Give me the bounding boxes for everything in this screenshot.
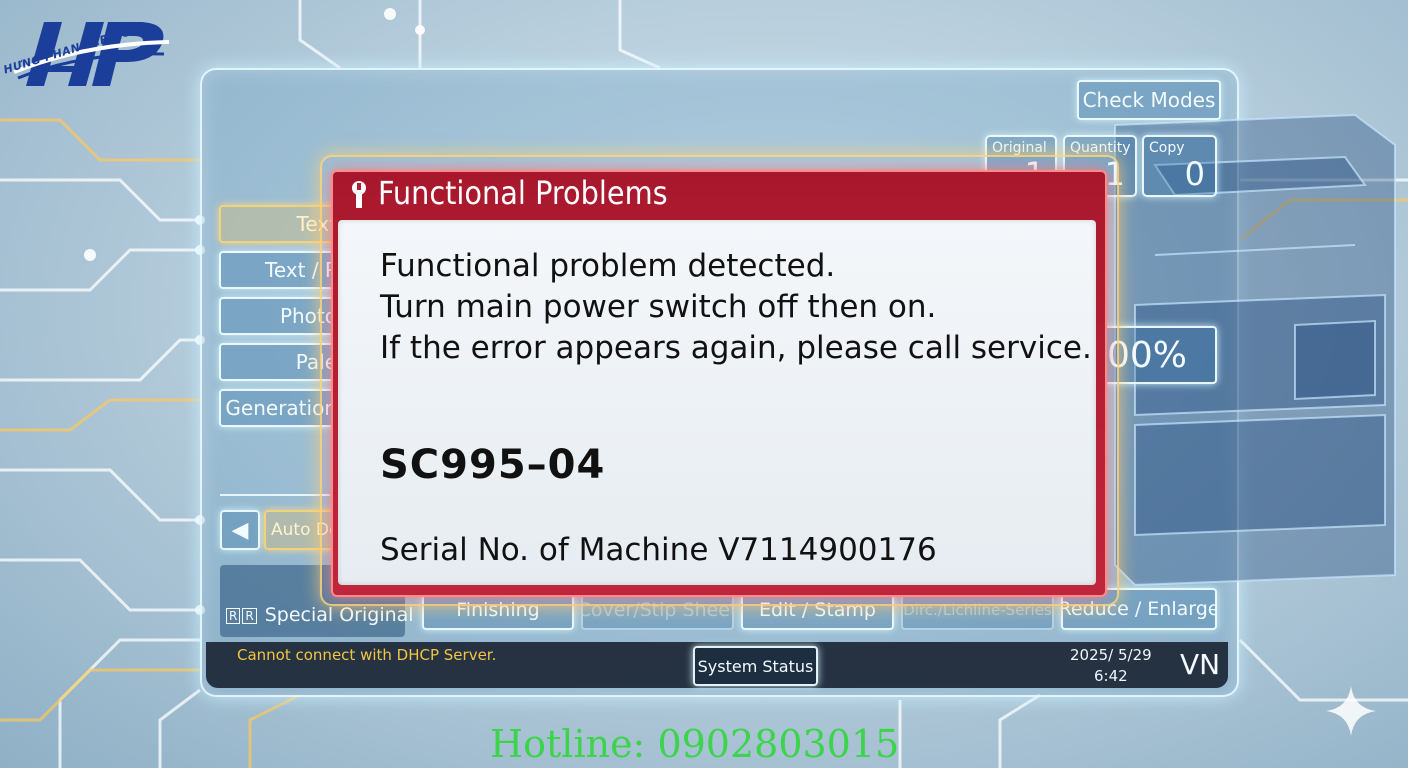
dialog-title: Functional Problems	[378, 174, 668, 212]
dialog-message-line: Turn main power switch off then on.	[380, 289, 937, 325]
system-status-button[interactable]: System Status	[693, 646, 818, 686]
hotline-watermark: Hotline: 0902803015	[490, 722, 900, 766]
wrench-icon	[352, 181, 366, 208]
sparkle-icon	[1326, 686, 1376, 736]
serial-number: Serial No. of Machine V7114900176	[380, 532, 937, 568]
copy-label: Copy	[1149, 140, 1185, 156]
status-message: Cannot connect with DHCP Server.	[237, 646, 497, 664]
density-slider[interactable]	[220, 494, 330, 506]
copy-counter: Copy 0	[1142, 135, 1217, 197]
copy-value: 0	[1184, 155, 1205, 193]
language-indicator[interactable]: VN	[1180, 648, 1220, 681]
r-icon: R	[226, 607, 241, 624]
dialog-message-line: If the error appears again, please call …	[380, 330, 1092, 366]
dialog-message-line: Functional problem detected.	[380, 248, 836, 284]
error-code: SC995–04	[380, 442, 606, 488]
quantity-label: Quantity	[1070, 140, 1131, 156]
r-icon: R	[242, 607, 257, 624]
density-left-arrow[interactable]: ◀	[220, 510, 260, 550]
date-text: 2025/ 5/29	[1070, 646, 1152, 664]
check-modes-button[interactable]: Check Modes	[1077, 80, 1221, 120]
date-time: 2025/ 5/29 6:42	[1070, 645, 1152, 687]
original-label: Original	[992, 140, 1047, 156]
special-original-button[interactable]: RR Special Original	[226, 604, 414, 626]
time-text: 6:42	[1094, 667, 1128, 685]
special-original-label: Special Original	[264, 604, 414, 626]
